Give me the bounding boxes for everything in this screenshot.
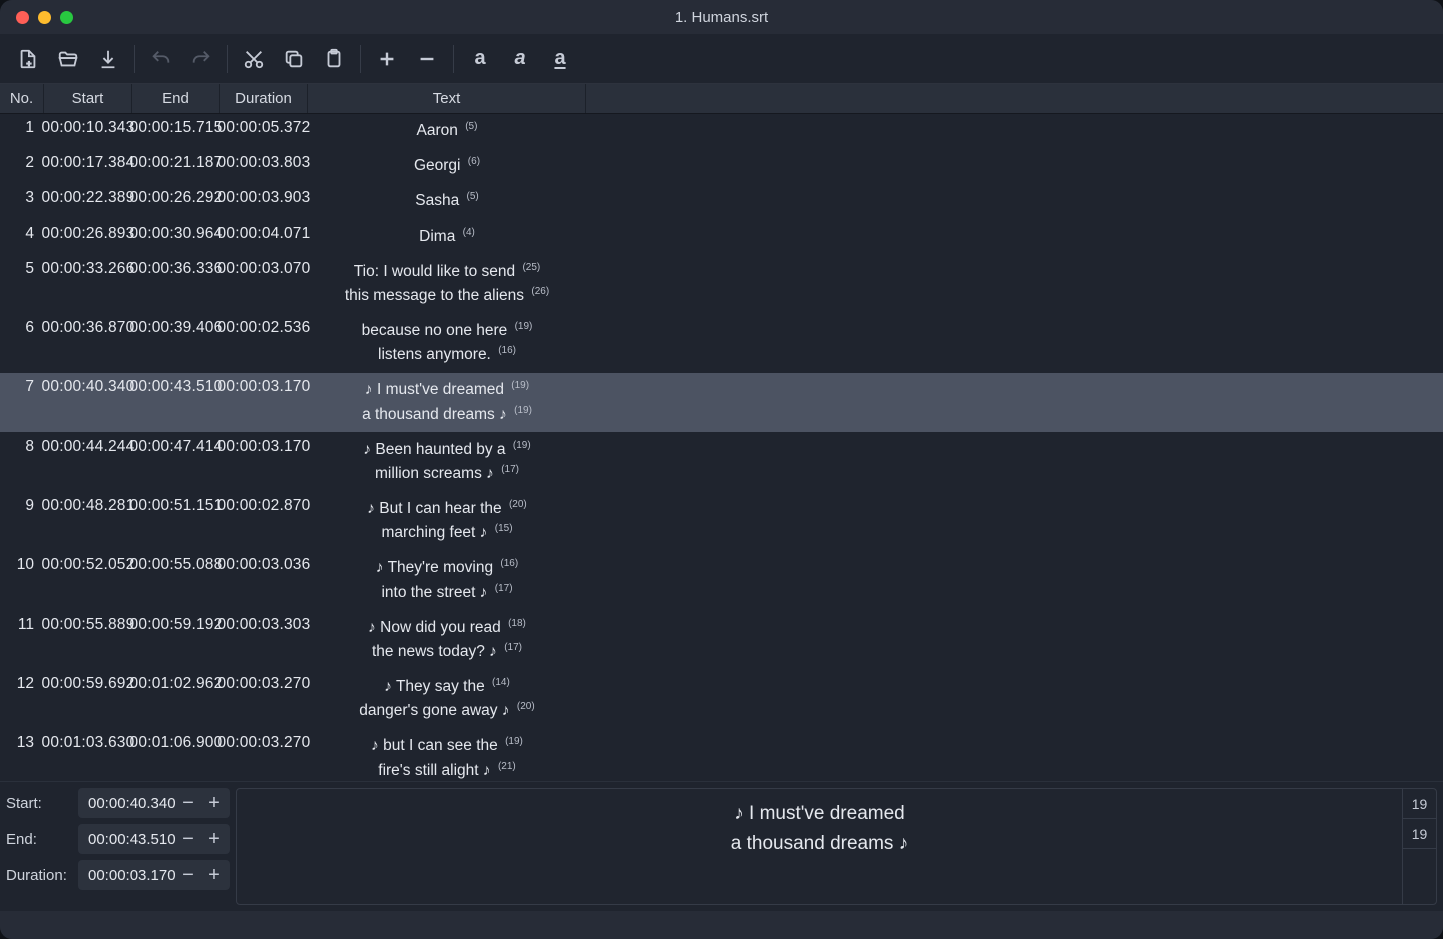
duration-label: Duration: bbox=[6, 867, 72, 884]
char-count-1: 19 bbox=[1403, 789, 1436, 819]
undo-button[interactable] bbox=[143, 41, 179, 77]
duration-increment-button[interactable]: + bbox=[202, 863, 226, 887]
table-row[interactable]: 200:00:17.38400:00:21.18700:00:03.803Geo… bbox=[0, 149, 1443, 184]
window-title: 1. Humans.srt bbox=[0, 9, 1443, 26]
table-header: No. Start End Duration Text bbox=[0, 84, 1443, 114]
column-header-duration[interactable]: Duration bbox=[220, 84, 308, 113]
redo-button[interactable] bbox=[183, 41, 219, 77]
editor-panel: Start: 00:00:40.340 − + End: 00:00:43.51… bbox=[0, 781, 1443, 911]
new-file-button[interactable] bbox=[10, 41, 46, 77]
column-header-start[interactable]: Start bbox=[44, 84, 132, 113]
end-time-input[interactable]: 00:00:43.510 − + bbox=[78, 824, 230, 854]
table-row[interactable]: 600:00:36.87000:00:39.40600:00:02.536bec… bbox=[0, 314, 1443, 373]
column-header-end[interactable]: End bbox=[132, 84, 220, 113]
copy-button[interactable] bbox=[276, 41, 312, 77]
table-row[interactable]: 400:00:26.89300:00:30.96400:00:04.071Dim… bbox=[0, 220, 1443, 255]
start-decrement-button[interactable]: − bbox=[176, 791, 200, 815]
bold-button[interactable]: a bbox=[462, 41, 498, 77]
time-editor: Start: 00:00:40.340 − + End: 00:00:43.51… bbox=[6, 788, 230, 905]
add-subtitle-button[interactable] bbox=[369, 41, 405, 77]
italic-button[interactable]: a bbox=[502, 41, 538, 77]
table-row[interactable]: 1200:00:59.69200:01:02.96200:00:03.270♪ … bbox=[0, 670, 1443, 729]
underline-button[interactable]: a bbox=[542, 41, 578, 77]
remove-subtitle-button[interactable] bbox=[409, 41, 445, 77]
duration-time-input[interactable]: 00:00:03.170 − + bbox=[78, 860, 230, 890]
end-increment-button[interactable]: + bbox=[202, 827, 226, 851]
table-row[interactable]: 700:00:40.34000:00:43.51000:00:03.170♪ I… bbox=[0, 373, 1443, 432]
table-row[interactable]: 100:00:10.34300:00:15.71500:00:05.372Aar… bbox=[0, 114, 1443, 149]
subtitle-table[interactable]: 100:00:10.34300:00:15.71500:00:05.372Aar… bbox=[0, 114, 1443, 781]
toolbar-separator bbox=[227, 45, 228, 73]
cut-button[interactable] bbox=[236, 41, 272, 77]
table-row[interactable]: 1000:00:52.05200:00:55.08800:00:03.036♪ … bbox=[0, 551, 1443, 610]
statusbar bbox=[0, 911, 1443, 939]
toolbar-separator bbox=[360, 45, 361, 73]
minimize-window-button[interactable] bbox=[38, 11, 51, 24]
table-row[interactable]: 300:00:22.38900:00:26.29200:00:03.903Sas… bbox=[0, 184, 1443, 219]
column-header-rest bbox=[586, 84, 1443, 113]
table-row[interactable]: 500:00:33.26600:00:36.33600:00:03.070Tio… bbox=[0, 255, 1443, 314]
paste-button[interactable] bbox=[316, 41, 352, 77]
start-increment-button[interactable]: + bbox=[202, 791, 226, 815]
end-label: End: bbox=[6, 831, 72, 848]
close-window-button[interactable] bbox=[16, 11, 29, 24]
char-count-column: 19 19 bbox=[1402, 789, 1436, 904]
end-decrement-button[interactable]: − bbox=[176, 827, 200, 851]
subtitle-text-editor[interactable]: ♪ I must've dreamed a thousand dreams ♪ … bbox=[236, 788, 1437, 905]
toolbar: a a a bbox=[0, 34, 1443, 84]
window-controls bbox=[16, 11, 73, 24]
char-count-2: 19 bbox=[1403, 819, 1436, 849]
column-header-no[interactable]: No. bbox=[0, 84, 44, 113]
table-row[interactable]: 1100:00:55.88900:00:59.19200:00:03.303♪ … bbox=[0, 611, 1443, 670]
maximize-window-button[interactable] bbox=[60, 11, 73, 24]
titlebar: 1. Humans.srt bbox=[0, 0, 1443, 34]
table-row[interactable]: 900:00:48.28100:00:51.15100:00:02.870♪ B… bbox=[0, 492, 1443, 551]
start-time-input[interactable]: 00:00:40.340 − + bbox=[78, 788, 230, 818]
toolbar-separator bbox=[134, 45, 135, 73]
toolbar-separator bbox=[453, 45, 454, 73]
table-row[interactable]: 1300:01:03.63000:01:06.90000:00:03.270♪ … bbox=[0, 729, 1443, 781]
save-file-button[interactable] bbox=[90, 41, 126, 77]
duration-decrement-button[interactable]: − bbox=[176, 863, 200, 887]
column-header-text[interactable]: Text bbox=[308, 84, 586, 113]
editor-text-area[interactable]: ♪ I must've dreamed a thousand dreams ♪ bbox=[237, 789, 1402, 904]
app-window: 1. Humans.srt bbox=[0, 0, 1443, 939]
open-file-button[interactable] bbox=[50, 41, 86, 77]
table-row[interactable]: 800:00:44.24400:00:47.41400:00:03.170♪ B… bbox=[0, 433, 1443, 492]
start-label: Start: bbox=[6, 795, 72, 812]
